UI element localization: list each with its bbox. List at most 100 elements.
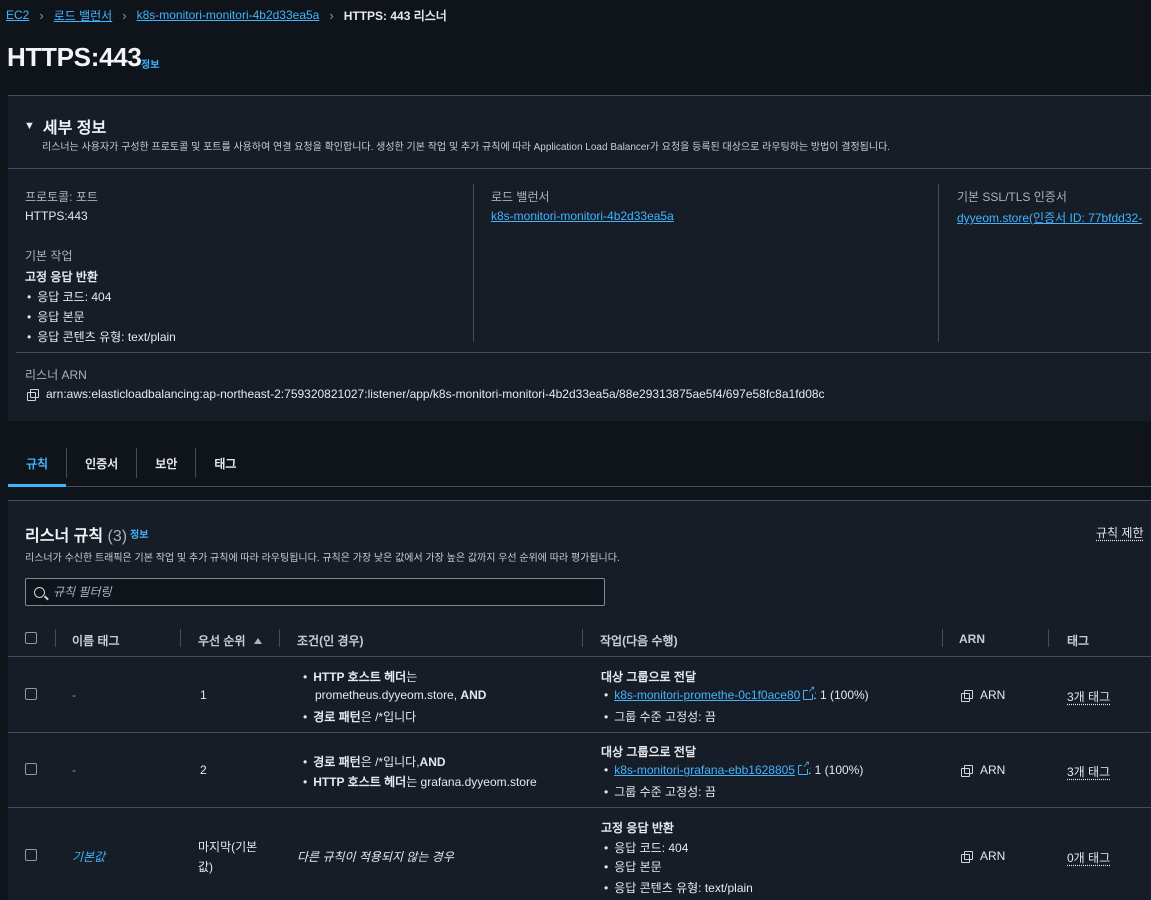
condition-text: 는: [406, 670, 418, 684]
rule-arn-label: ARN: [980, 849, 1006, 863]
breadcrumb-current: HTTPS: 443 리스너: [343, 8, 447, 23]
column-priority[interactable]: 우선 순위: [198, 632, 262, 649]
copy-icon[interactable]: [27, 388, 39, 401]
table-row[interactable]: - 1 HTTP 호스트 헤더는 prometheus.dyyeom.store…: [8, 657, 1151, 733]
condition-key: 경로 패턴: [313, 755, 361, 769]
external-link-icon[interactable]: [797, 760, 810, 775]
rule-name[interactable]: -: [72, 763, 76, 777]
rule-priority-cont: 값): [198, 860, 214, 874]
stickiness: 그룹 수준 고정성: 끔: [598, 783, 716, 800]
rule-priority: 2: [200, 763, 207, 777]
action-target: k8s-monitori-grafana-ebb1628805 : 1 (100%…: [598, 760, 864, 777]
condition-key: 경로 패턴: [313, 710, 361, 724]
ssl-cert-link[interactable]: dyyeom.store(인증서 ID: 77bfdd32-: [957, 209, 1142, 226]
condition-item: HTTP 호스트 헤더는 grafana.dyyeom.store: [297, 773, 537, 790]
action-item: 응답 콘텐츠 유형: text/plain: [598, 879, 753, 896]
condition-and: AND: [460, 688, 487, 702]
target-weight: : 1 (100%): [813, 688, 869, 702]
listener-arn-label: 리스너 ARN: [25, 368, 87, 382]
rule-arn[interactable]: ARN: [961, 849, 1005, 863]
chevron-right-icon: ›: [329, 7, 334, 23]
ssl-cert-label: 기본 SSL/TLS 인증서: [957, 190, 1067, 204]
action-title: 대상 그룹으로 전달: [601, 745, 696, 759]
action-title: 대상 그룹으로 전달: [601, 670, 696, 684]
copy-icon[interactable]: [961, 689, 973, 702]
column-divider: [582, 629, 583, 647]
breadcrumb-ec2[interactable]: EC2: [6, 8, 29, 22]
protocol-port-label: 프로토콜: 포트: [25, 190, 98, 204]
copy-icon[interactable]: [961, 764, 973, 777]
rule-arn-label: ARN: [980, 688, 1006, 702]
table-row[interactable]: 기본값 마지막(기본 값) 다른 규칙이 적용되지 않는 경우 고정 응답 반환…: [8, 808, 1151, 900]
listener-arn: arn:aws:elasticloadbalancing:ap-northeas…: [27, 387, 825, 401]
row-checkbox[interactable]: [25, 763, 37, 775]
condition-text: 는 grafana.dyyeom.store: [406, 775, 537, 789]
table-header: 이름 태그 우선 순위 조건(인 경우) 작업(다음 수행) ARN 태그: [8, 621, 1151, 657]
divider: [8, 168, 1151, 169]
tab-security[interactable]: 보안: [137, 440, 195, 486]
action-item: 응답 본문: [598, 858, 662, 875]
default-action-label: 기본 작업: [25, 249, 73, 263]
condition-item: HTTP 호스트 헤더는: [297, 668, 417, 685]
action-item: 응답 코드: 404: [598, 839, 688, 856]
column-tags[interactable]: 태그: [1067, 632, 1089, 649]
rules-info-link[interactable]: 정보: [130, 526, 148, 541]
tab-bar: 규칙 인증서 보안 태그: [8, 440, 1151, 487]
column-name-tag[interactable]: 이름 태그: [72, 632, 120, 649]
column-actions[interactable]: 작업(다음 수행): [600, 632, 678, 649]
rule-arn-label: ARN: [980, 763, 1006, 777]
column-conditions[interactable]: 조건(인 경우): [297, 632, 364, 649]
select-all-checkbox[interactable]: [25, 632, 37, 644]
rule-arn[interactable]: ARN: [961, 763, 1005, 777]
page-info-link[interactable]: 정보: [141, 56, 159, 71]
rule-name[interactable]: 기본값: [72, 848, 105, 865]
copy-icon[interactable]: [961, 850, 973, 863]
rule-tags[interactable]: 0개 태그: [1067, 849, 1110, 866]
column-arn[interactable]: ARN: [959, 632, 985, 646]
action-title: 고정 응답 반환: [601, 821, 674, 835]
breadcrumb-load-balancer[interactable]: k8s-monitori-monitori-4b2d33ea5a: [137, 8, 320, 22]
rule-condition: 다른 규칙이 적용되지 않는 경우: [297, 850, 454, 864]
details-description: 리스너는 사용자가 구성한 프로토콜 및 포트를 사용하여 연결 요청을 확인합…: [42, 142, 891, 153]
target-group-link[interactable]: k8s-monitori-grafana-ebb1628805: [614, 763, 795, 777]
breadcrumb-load-balancers[interactable]: 로드 밸런서: [54, 7, 113, 24]
rules-limit-link[interactable]: 규칙 제한: [1096, 524, 1144, 541]
tab-rules[interactable]: 규칙: [8, 440, 67, 487]
condition-text: prometheus.dyyeom.store,: [315, 688, 461, 702]
column-divider: [1048, 629, 1049, 647]
column-divider: [938, 184, 939, 342]
default-action-item: 응답 본문: [21, 308, 85, 325]
condition-and: AND: [419, 754, 446, 769]
rule-priority: 1: [200, 688, 207, 702]
rule-arn[interactable]: ARN: [961, 688, 1005, 702]
target-weight: : 1 (100%): [807, 763, 864, 777]
rule-name[interactable]: -: [72, 688, 76, 702]
sort-ascending-icon: [253, 638, 262, 644]
condition-text: 은 /*입니다,: [360, 755, 420, 769]
chevron-right-icon: ›: [122, 7, 127, 23]
details-heading: 세부 정보: [42, 120, 107, 137]
chevron-right-icon: ›: [39, 7, 44, 23]
rules-search: [25, 578, 605, 606]
details-panel: ▼ 세부 정보 리스너는 사용자가 구성한 프로토콜 및 포트를 사용하여 연결…: [8, 95, 1151, 421]
divider: [16, 352, 1151, 353]
row-checkbox[interactable]: [25, 688, 37, 700]
rule-tags[interactable]: 3개 태그: [1067, 763, 1110, 780]
load-balancer-link[interactable]: k8s-monitori-monitori-4b2d33ea5a: [491, 209, 674, 223]
tab-tags[interactable]: 태그: [196, 440, 254, 486]
rules-search-input[interactable]: [53, 585, 583, 599]
rules-panel: 리스너 규칙 (3) 정보 규칙 제한 리스너가 수신한 트래픽은 기본 작업 …: [8, 500, 1151, 900]
rule-priority: 마지막(기본: [198, 840, 258, 854]
external-link-icon[interactable]: [803, 685, 816, 700]
load-balancer-label: 로드 밸런서: [491, 190, 550, 204]
table-row[interactable]: - 2 경로 패턴은 /*입니다, AND HTTP 호스트 헤더는 grafa…: [8, 733, 1151, 808]
target-group-link[interactable]: k8s-monitori-promethe-0c1f0ace80: [614, 688, 800, 702]
row-checkbox[interactable]: [25, 849, 37, 861]
rule-tags[interactable]: 3개 태그: [1067, 688, 1110, 705]
column-divider: [942, 629, 943, 647]
condition-item: 경로 패턴은 /*입니다, AND: [297, 753, 446, 770]
listener-arn-value: arn:aws:elasticloadbalancing:ap-northeas…: [46, 387, 825, 401]
condition-text: 은 /*입니다: [360, 710, 417, 724]
details-toggle[interactable]: ▼ 세부 정보: [24, 114, 106, 138]
tab-certificates[interactable]: 인증서: [67, 440, 136, 486]
